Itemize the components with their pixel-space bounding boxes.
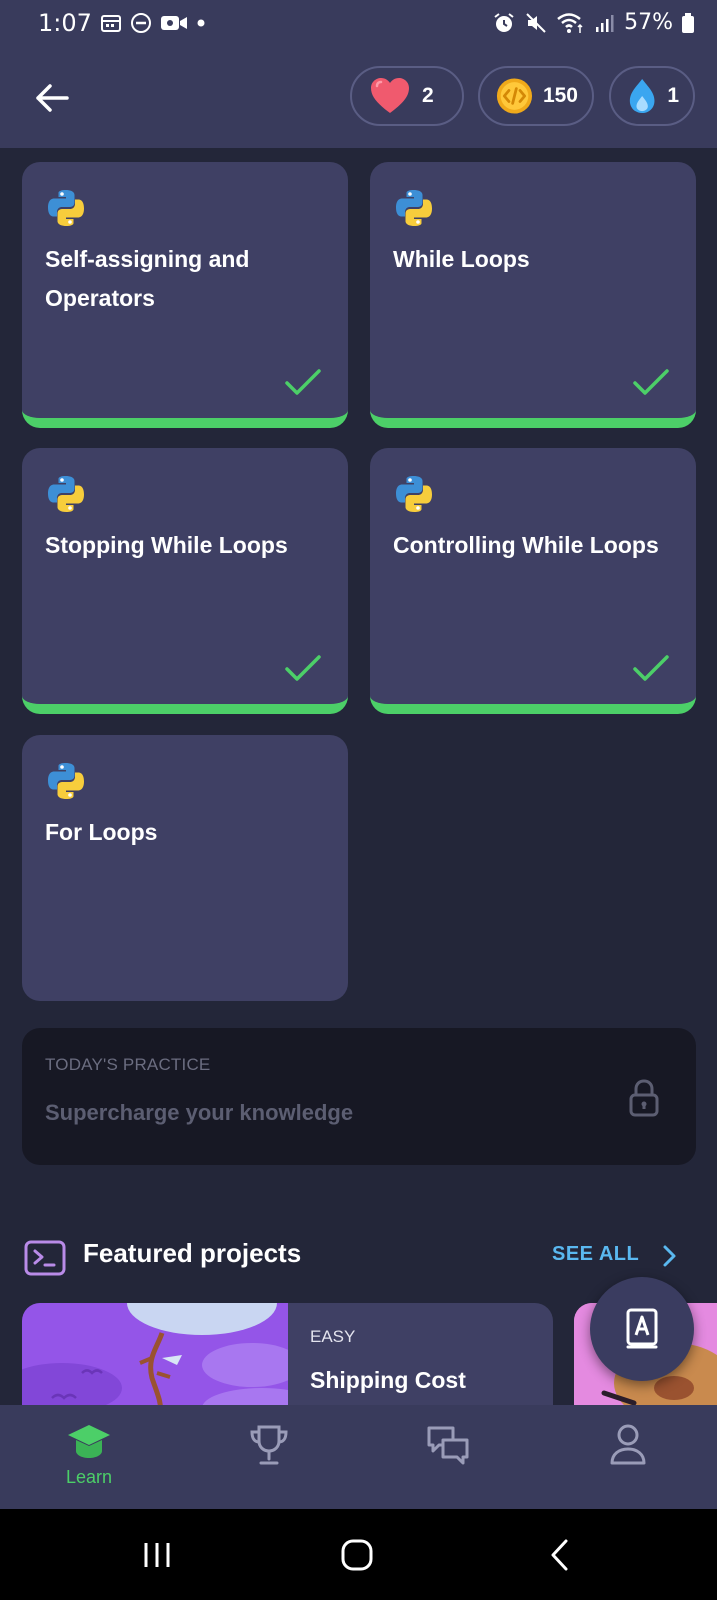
- nav-label-learn: Learn: [65, 1467, 113, 1487]
- profile-icon: [610, 1424, 646, 1465]
- wifi-icon: [557, 12, 583, 33]
- checkmark-icon: [285, 655, 321, 681]
- status-time: 1:07: [38, 9, 92, 37]
- lock-icon: [629, 1079, 659, 1117]
- lesson-title: While Loops: [393, 246, 530, 272]
- heart-icon: [371, 78, 409, 113]
- top-bar: 2 150 1: [0, 50, 717, 148]
- book-icon: [626, 1308, 658, 1349]
- practice-label: TODAY'S PRACTICE: [45, 1055, 211, 1074]
- lesson-title: Controlling While Loops: [393, 532, 659, 558]
- back-button[interactable]: [30, 76, 74, 120]
- coin-icon: [496, 78, 533, 114]
- hearts-count: 2: [422, 84, 434, 107]
- nav-item-community[interactable]: [388, 1405, 508, 1509]
- lesson-card-stopping-while-loops[interactable]: Stopping While Loops: [22, 448, 348, 714]
- dot-icon: [197, 19, 205, 27]
- battery-percent: 57%: [624, 10, 673, 35]
- python-icon: [48, 476, 84, 512]
- chat-icon: [427, 1426, 469, 1465]
- chevron-left-icon: [551, 1539, 568, 1571]
- coins-count: 150: [542, 84, 578, 107]
- nav-item-learn[interactable]: Learn: [29, 1405, 149, 1509]
- home-icon: [341, 1539, 373, 1571]
- project-illustration: [22, 1303, 288, 1413]
- lesson-title: For Loops: [45, 819, 158, 845]
- lesson-card-for-loops[interactable]: For Loops: [22, 735, 348, 1001]
- lesson-title: Stopping While Loops: [45, 532, 288, 558]
- project-card-shipping-cost[interactable]: EASY Shipping Cost: [22, 1303, 553, 1413]
- checkmark-icon: [633, 369, 669, 395]
- see-all-link[interactable]: SEE ALL: [552, 1243, 639, 1266]
- recent-apps-icon: [144, 1543, 170, 1567]
- mute-icon: [526, 12, 546, 33]
- flame-icon: [629, 78, 655, 114]
- python-icon: [48, 190, 84, 226]
- project-level: EASY: [310, 1327, 356, 1346]
- bottom-navigation: Learn: [0, 1405, 717, 1509]
- lesson-title: Self-assigning and Operators: [45, 246, 250, 311]
- hearts-counter[interactable]: 2: [350, 66, 464, 126]
- coins-counter[interactable]: 150: [478, 66, 594, 126]
- system-navigation-bar: [0, 1509, 717, 1600]
- trophy-icon: [250, 1425, 288, 1465]
- nav-item-leaderboard[interactable]: [209, 1405, 329, 1509]
- glossary-button[interactable]: [590, 1277, 694, 1381]
- python-icon: [48, 763, 84, 799]
- battery-icon: [682, 12, 694, 33]
- streak-count: 1: [667, 84, 679, 107]
- signal-icon: [596, 14, 614, 32]
- video-icon: [161, 16, 187, 30]
- checkmark-icon: [633, 655, 669, 681]
- recent-apps-button[interactable]: [127, 1533, 187, 1577]
- lesson-card-self-assigning[interactable]: Self-assigning and Operators: [22, 162, 348, 428]
- nav-item-profile[interactable]: [568, 1405, 688, 1509]
- python-icon: [396, 190, 432, 226]
- project-title: Shipping Cost: [310, 1367, 466, 1393]
- status-icons-right: 57%: [492, 10, 695, 35]
- python-icon: [396, 476, 432, 512]
- do-not-disturb-icon: [131, 13, 151, 33]
- streak-counter[interactable]: 1: [609, 66, 695, 126]
- home-button[interactable]: [327, 1533, 387, 1577]
- featured-projects-title: Featured projects: [83, 1238, 302, 1268]
- todays-practice-card[interactable]: TODAY'S PRACTICE Supercharge your knowle…: [22, 1028, 696, 1165]
- checkmark-icon: [285, 369, 321, 395]
- chevron-right-icon[interactable]: [660, 1243, 680, 1269]
- status-bar: 1:07 57%: [0, 0, 717, 50]
- calendar-icon: [101, 15, 121, 32]
- terminal-icon: [24, 1240, 66, 1276]
- status-icons-left: [100, 12, 206, 34]
- graduation-cap-icon: [68, 1425, 110, 1458]
- lesson-card-controlling-while-loops[interactable]: Controlling While Loops: [370, 448, 696, 714]
- alarm-icon: [494, 12, 514, 32]
- practice-title: Supercharge your knowledge: [45, 1100, 354, 1125]
- lesson-card-while-loops[interactable]: While Loops: [370, 162, 696, 428]
- arrow-left-icon: [36, 84, 69, 112]
- system-back-button[interactable]: [530, 1533, 590, 1577]
